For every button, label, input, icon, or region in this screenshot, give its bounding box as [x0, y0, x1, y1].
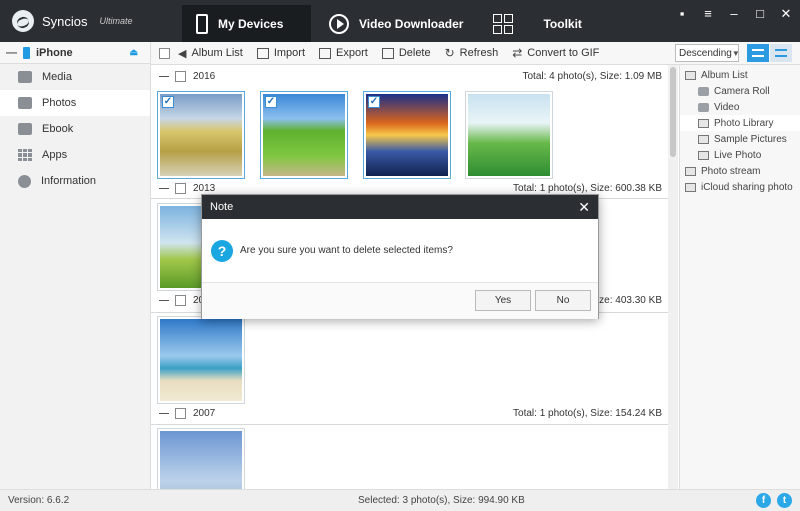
no-button[interactable]: No — [535, 290, 591, 311]
dialog-message: Are you sure you want to delete selected… — [240, 245, 453, 256]
dialog-header: Note ✕ — [202, 195, 598, 219]
dialog-footer: Yes No — [202, 283, 598, 319]
confirm-dialog: Note ✕ ? Are you sure you want to delete… — [201, 194, 599, 319]
question-icon: ? — [211, 239, 233, 262]
dialog-title: Note — [210, 201, 234, 213]
close-icon[interactable]: ✕ — [578, 199, 590, 216]
modal-overlay: Note ✕ ? Are you sure you want to delete… — [0, 0, 800, 511]
dialog-body: ? Are you sure you want to delete select… — [202, 219, 598, 283]
yes-button[interactable]: Yes — [475, 290, 531, 311]
